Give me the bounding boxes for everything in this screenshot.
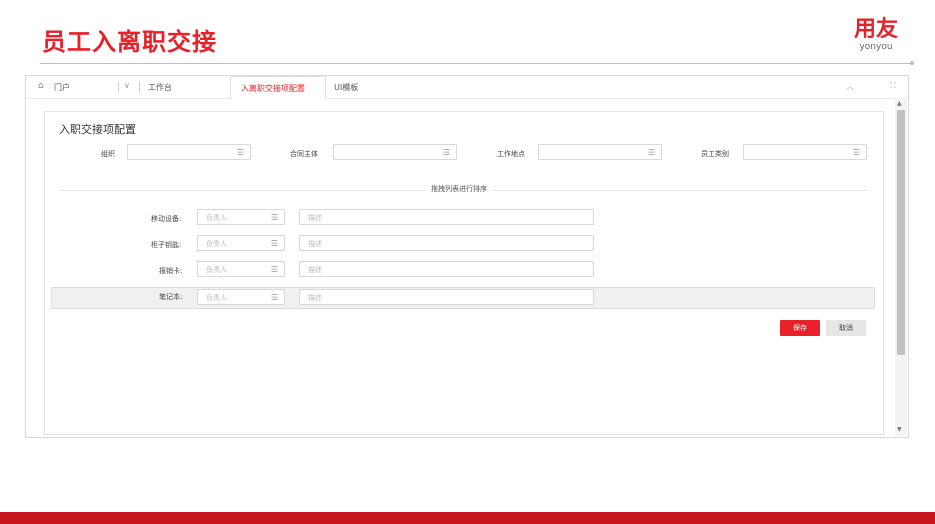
tab-label: 入离职交接项配置 <box>241 84 305 93</box>
org-input[interactable]: ☰ <box>127 144 251 160</box>
list-icon[interactable]: ☰ <box>648 148 655 157</box>
slide-title: 员工入离职交接 <box>42 28 217 56</box>
description-placeholder: 描述 <box>308 240 322 248</box>
list-icon[interactable]: ☰ <box>271 293 278 302</box>
description-placeholder: 描述 <box>308 214 322 222</box>
tab-ui-template[interactable]: UI模板 <box>334 82 358 93</box>
contract-entity-input[interactable]: ☰ <box>333 144 457 160</box>
top-nav-bar: ⌂ 门户 ∨ 工作台 入离职交接项配置 UI模板 ︿ ⛶ <box>26 76 908 99</box>
logo-cn: 用友 <box>853 17 898 42</box>
owner-placeholder: 负责人 <box>206 266 227 274</box>
owner-placeholder: 负责人 <box>206 240 227 248</box>
list-icon[interactable]: ☰ <box>271 265 278 274</box>
tab-handover-config[interactable]: 入离职交接项配置 <box>230 76 326 99</box>
employee-category-input[interactable]: ☰ <box>743 144 867 160</box>
yonyou-logo: 用友 yonyou <box>847 17 905 53</box>
filter-label-category: 员工类别 <box>701 150 729 158</box>
scroll-up-icon[interactable]: ▲ <box>897 100 902 107</box>
chevron-down-icon[interactable]: ∨ <box>124 81 130 90</box>
list-icon[interactable]: ☰ <box>443 148 450 157</box>
row-label: 报销卡: <box>159 267 183 275</box>
fullscreen-icon[interactable]: ⛶ <box>890 81 896 91</box>
description-input[interactable]: 描述 <box>299 235 594 251</box>
scroll-down-icon[interactable]: ▼ <box>897 426 902 433</box>
filter-label-org: 组织 <box>101 150 115 158</box>
row-label: 柜子钥匙: <box>151 241 182 249</box>
list-icon[interactable]: ☰ <box>271 239 278 248</box>
description-input[interactable]: 描述 <box>299 209 594 225</box>
owner-input[interactable]: 负责人 ☰ <box>197 289 285 305</box>
title-underline-dot <box>910 61 914 65</box>
panel-title: 入职交接项配置 <box>59 123 136 136</box>
list-icon[interactable]: ☰ <box>237 148 244 157</box>
filter-label-contract: 合同主体 <box>290 150 318 158</box>
save-button[interactable]: 保存 <box>780 320 820 336</box>
description-placeholder: 描述 <box>308 294 322 302</box>
config-panel: 入职交接项配置 组织 ☰ 合同主体 ☰ 工作地点 ☰ 员工类别 ☰ 拖拽列表进行… <box>44 111 884 435</box>
nav-separator <box>118 82 119 92</box>
owner-input[interactable]: 负责人 ☰ <box>197 209 285 225</box>
bottom-brand-bar <box>0 512 935 524</box>
row-label: 笔记本: <box>159 293 183 301</box>
description-input[interactable]: 描述 <box>299 261 594 277</box>
scrollbar-thumb[interactable] <box>897 110 905 355</box>
owner-placeholder: 负责人 <box>206 214 227 222</box>
title-underline <box>40 63 910 64</box>
description-placeholder: 描述 <box>308 266 322 274</box>
row-label: 移动设备: <box>151 215 182 223</box>
workbench-link[interactable]: 工作台 <box>148 82 172 93</box>
list-icon[interactable]: ☰ <box>271 213 278 222</box>
logo-en: yonyou <box>859 42 893 52</box>
list-icon[interactable]: ☰ <box>853 148 860 157</box>
owner-input[interactable]: 负责人 ☰ <box>197 235 285 251</box>
description-input[interactable]: 描述 <box>299 289 594 305</box>
vertical-scrollbar[interactable]: ▲ ▼ <box>895 98 907 436</box>
app-screenshot: ⌂ 门户 ∨ 工作台 入离职交接项配置 UI模板 ︿ ⛶ 入职交接项配置 组织 … <box>25 75 909 438</box>
cancel-button[interactable]: 取消 <box>826 320 866 336</box>
filter-label-location: 工作地点 <box>497 150 525 158</box>
home-icon[interactable]: ⌂ <box>38 81 44 91</box>
work-location-input[interactable]: ☰ <box>538 144 662 160</box>
nav-separator <box>139 82 140 92</box>
chevron-up-icon[interactable]: ︿ <box>846 81 854 92</box>
owner-placeholder: 负责人 <box>206 294 227 302</box>
owner-input[interactable]: 负责人 ☰ <box>197 261 285 277</box>
home-link[interactable]: 门户 <box>54 82 70 93</box>
sort-hint: 拖拽列表进行排序 <box>425 184 493 194</box>
